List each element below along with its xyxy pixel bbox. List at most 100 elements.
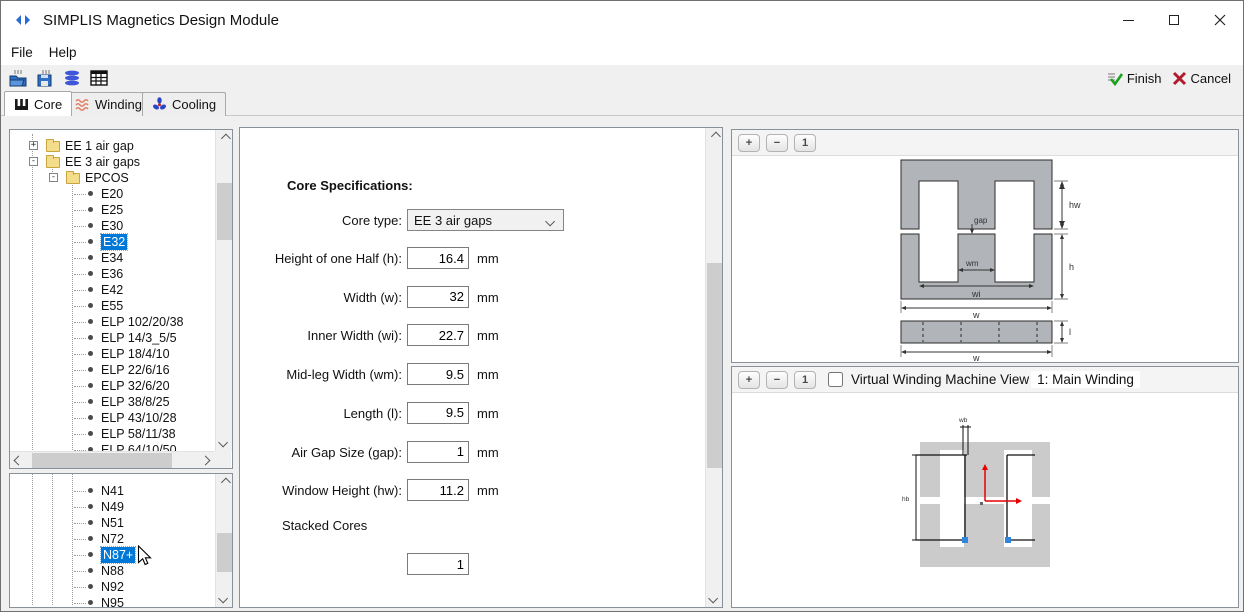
item-bullet-icon — [88, 223, 93, 228]
field-input[interactable] — [407, 441, 469, 463]
field-input[interactable] — [407, 247, 469, 269]
tree-item[interactable]: ELP 43/10/28 — [11, 410, 211, 426]
dim-hw-label: hw — [1069, 200, 1081, 210]
scroll-down-button[interactable] — [216, 434, 233, 451]
tree-item[interactable]: ELP 18/4/10 — [11, 346, 211, 362]
tree-item-label: N95 — [101, 595, 124, 608]
tree-item[interactable]: ELP 38/8/25 — [11, 394, 211, 410]
chevron-up-icon — [221, 478, 231, 488]
field-input[interactable] — [407, 402, 469, 424]
tree-item[interactable]: -EPCOS — [11, 170, 211, 186]
core-tree-vertical-scrollbar[interactable] — [215, 130, 232, 451]
tree-connector — [74, 571, 86, 572]
close-button[interactable] — [1197, 1, 1243, 39]
tree-expand-icon[interactable]: + — [29, 141, 38, 150]
scroll-down-button[interactable] — [706, 590, 723, 607]
stacked-cores-label: Stacked Cores — [282, 518, 367, 533]
finish-button[interactable]: Finish — [1127, 71, 1162, 86]
tree-item[interactable]: N51 — [11, 515, 211, 531]
cooling-tab-icon — [152, 97, 167, 112]
field-label: Inner Width (wi): — [240, 328, 402, 343]
field-label: Mid-leg Width (wm): — [240, 367, 402, 382]
table-button[interactable] — [89, 68, 109, 88]
tree-item[interactable]: E30 — [11, 218, 211, 234]
tree-item[interactable]: E55 — [11, 298, 211, 314]
table-icon — [89, 68, 109, 88]
tree-collapse-icon[interactable]: - — [49, 173, 58, 182]
tree-item[interactable]: N88 — [11, 563, 211, 579]
zoom-out-button[interactable]: − — [766, 134, 788, 152]
tree-item[interactable]: ELP 102/20/38 — [11, 314, 211, 330]
tree-item[interactable]: E36 — [11, 266, 211, 282]
form-vertical-scrollbar[interactable] — [705, 128, 722, 607]
stacked-cores-input[interactable] — [407, 553, 469, 575]
field-unit: mm — [477, 367, 499, 382]
tree-item[interactable]: E20 — [11, 186, 211, 202]
minimize-button[interactable] — [1105, 1, 1151, 39]
tree-item[interactable]: ELP 14/3_5/5 — [11, 330, 211, 346]
scrollbar-thumb[interactable] — [217, 533, 232, 572]
tree-item[interactable]: ELP 32/6/20 — [11, 378, 211, 394]
tree-item[interactable]: E25 — [11, 202, 211, 218]
tree-item-label: ELP 14/3_5/5 — [101, 330, 177, 346]
scroll-down-button[interactable] — [216, 590, 233, 607]
field-input[interactable] — [407, 286, 469, 308]
tree-item[interactable]: N92 — [11, 579, 211, 595]
tree-item[interactable]: N95 — [11, 595, 211, 608]
item-bullet-icon — [88, 431, 93, 436]
zoom-in-button[interactable]: + — [738, 371, 760, 389]
scrollbar-thumb[interactable] — [707, 263, 722, 468]
menu-file[interactable]: File — [3, 42, 41, 63]
tree-item[interactable]: N72 — [11, 531, 211, 547]
dim-gap-label: gap — [974, 216, 988, 225]
chevron-down-icon — [545, 217, 555, 227]
scrollbar-thumb[interactable] — [217, 183, 232, 240]
open-design-button[interactable] — [8, 68, 28, 88]
tab-core[interactable]: Core — [4, 91, 72, 116]
tree-item[interactable]: +EE 1 air gap — [11, 138, 211, 154]
tree-item[interactable]: N49 — [11, 499, 211, 515]
core-tree-horizontal-scrollbar[interactable] — [10, 451, 231, 468]
tree-item[interactable]: ELP 58/11/38 — [11, 426, 211, 442]
menu-help[interactable]: Help — [41, 42, 85, 63]
scroll-up-button[interactable] — [216, 130, 233, 147]
item-bullet-icon — [88, 319, 93, 324]
title-bar: SIMPLIS Magnetics Design Module — [1, 1, 1243, 39]
field-input[interactable] — [407, 479, 469, 501]
tree-item[interactable]: E32 — [11, 234, 211, 250]
tree-collapse-icon[interactable]: - — [29, 157, 38, 166]
save-design-button[interactable] — [35, 68, 55, 88]
item-bullet-icon — [88, 351, 93, 356]
tab-winding[interactable]: Winding — [64, 92, 152, 116]
field-label: Air Gap Size (gap): — [240, 445, 402, 460]
material-tree-vertical-scrollbar[interactable] — [215, 474, 232, 607]
form-row: Length (l):mm — [240, 402, 540, 424]
tree-item-label: ELP 58/11/38 — [101, 426, 176, 442]
tree-item-label: N49 — [101, 499, 124, 515]
tree-item[interactable]: N87+ — [11, 547, 211, 563]
tree-item[interactable]: -EE 3 air gaps — [11, 154, 211, 170]
winding-selection-label[interactable]: 1: Main Winding — [1031, 371, 1140, 388]
scroll-left-button[interactable] — [10, 452, 27, 469]
zoom-reset-button[interactable]: 1 — [794, 371, 816, 389]
core-type-select[interactable]: EE 3 air gaps — [407, 209, 564, 231]
maximize-button[interactable] — [1151, 1, 1197, 39]
tree-item[interactable]: N41 — [11, 483, 211, 499]
tree-item[interactable]: E42 — [11, 282, 211, 298]
tab-cooling[interactable]: Cooling — [142, 92, 226, 116]
zoom-reset-button[interactable]: 1 — [794, 134, 816, 152]
database-button[interactable] — [62, 68, 82, 88]
zoom-in-button[interactable]: + — [738, 134, 760, 152]
scrollbar-thumb[interactable] — [32, 453, 172, 468]
field-input[interactable] — [407, 363, 469, 385]
minimize-icon — [1123, 20, 1134, 21]
virtual-winding-machine-checkbox[interactable] — [828, 372, 843, 387]
tree-item[interactable]: ELP 22/6/16 — [11, 362, 211, 378]
scroll-right-button[interactable] — [197, 452, 214, 469]
tree-item[interactable]: E34 — [11, 250, 211, 266]
scroll-up-button[interactable] — [706, 128, 723, 145]
scroll-up-button[interactable] — [216, 474, 233, 491]
field-input[interactable] — [407, 324, 469, 346]
zoom-out-button[interactable]: − — [766, 371, 788, 389]
cancel-button[interactable]: Cancel — [1191, 71, 1231, 86]
